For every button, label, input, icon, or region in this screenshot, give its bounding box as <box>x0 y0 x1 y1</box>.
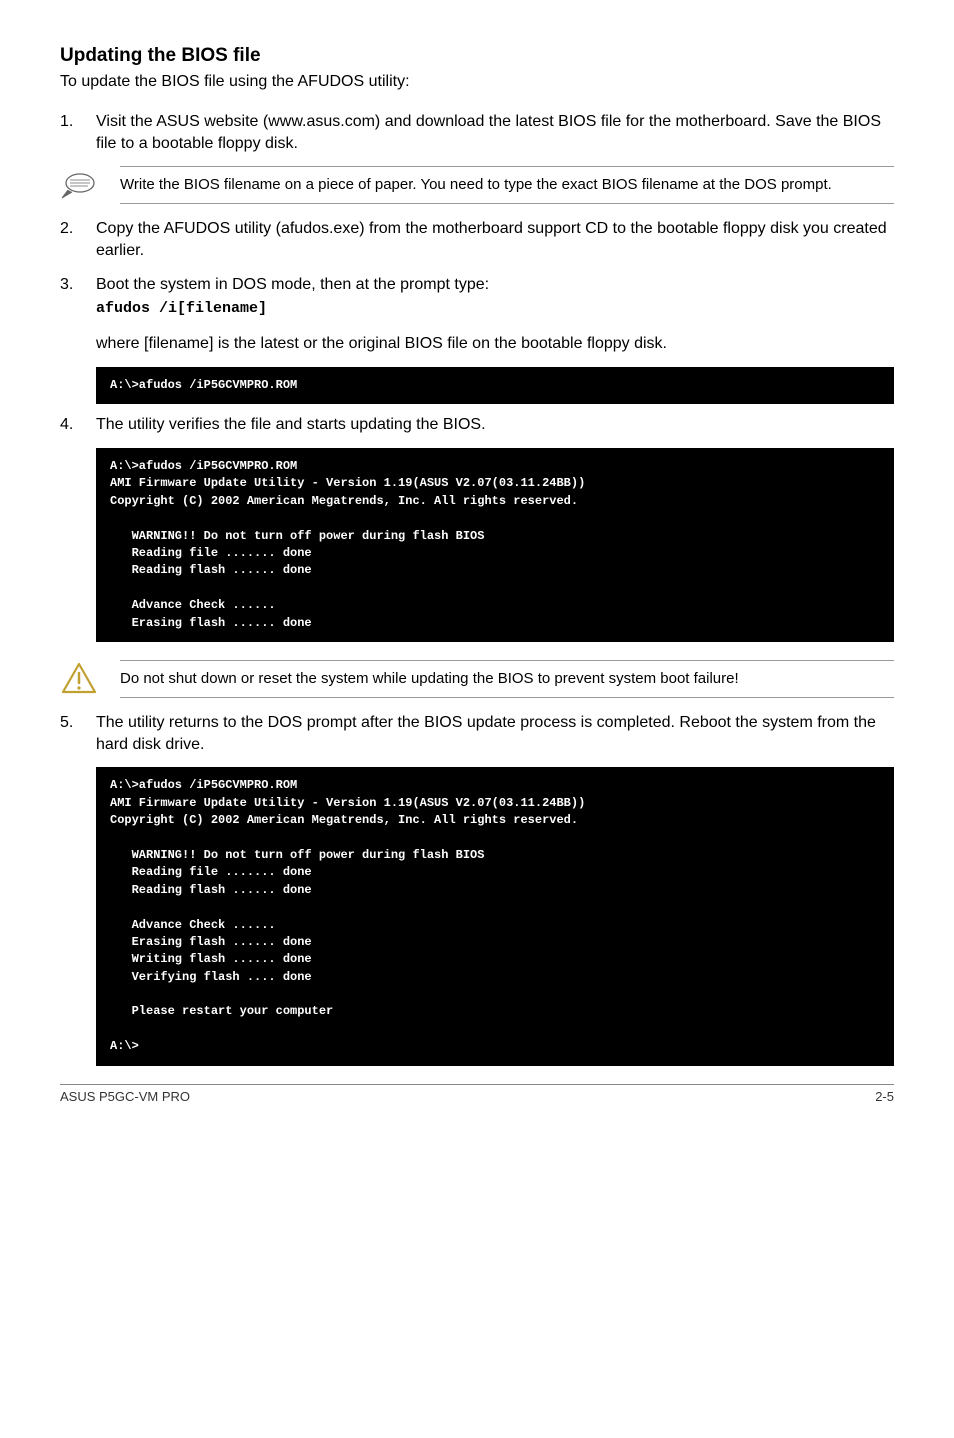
warning-callout: Do not shut down or reset the system whi… <box>60 660 894 698</box>
step-text: The utility verifies the file and starts… <box>96 414 894 436</box>
step-4: 4. The utility verifies the file and sta… <box>60 414 894 436</box>
step-5: 5. The utility returns to the DOS prompt… <box>60 712 894 755</box>
step-1: 1. Visit the ASUS website (www.asus.com)… <box>60 111 894 154</box>
step-3: 3. Boot the system in DOS mode, then at … <box>60 274 894 355</box>
step-text: Visit the ASUS website (www.asus.com) an… <box>96 111 894 154</box>
note-text: Write the BIOS filename on a piece of pa… <box>120 166 894 204</box>
step-number: 1. <box>60 111 96 154</box>
step-3-command: afudos /i[filename] <box>96 299 894 319</box>
note-icon <box>60 168 104 200</box>
step-number: 2. <box>60 218 96 261</box>
warning-icon <box>60 662 98 696</box>
footer-right: 2-5 <box>875 1089 894 1104</box>
warning-text: Do not shut down or reset the system whi… <box>120 660 894 698</box>
step-number: 5. <box>60 712 96 755</box>
section-heading: Updating the BIOS file <box>60 45 894 67</box>
note-callout: Write the BIOS filename on a piece of pa… <box>60 166 894 204</box>
step-text: Copy the AFUDOS utility (afudos.exe) fro… <box>96 218 894 261</box>
terminal-output-1: A:\>afudos /iP5GCVMPRO.ROM <box>96 367 894 404</box>
terminal-output-3: A:\>afudos /iP5GCVMPRO.ROM AMI Firmware … <box>96 767 894 1065</box>
step-number: 3. <box>60 274 96 355</box>
terminal-output-2: A:\>afudos /iP5GCVMPRO.ROM AMI Firmware … <box>96 448 894 642</box>
page-footer: ASUS P5GC-VM PRO 2-5 <box>60 1084 894 1104</box>
intro-text: To update the BIOS file using the AFUDOS… <box>60 73 894 91</box>
step-number: 4. <box>60 414 96 436</box>
step-text: Boot the system in DOS mode, then at the… <box>96 274 894 355</box>
step-3-note: where [filename] is the latest or the or… <box>96 333 894 355</box>
step-3-line: Boot the system in DOS mode, then at the… <box>96 276 489 293</box>
step-text: The utility returns to the DOS prompt af… <box>96 712 894 755</box>
step-2: 2. Copy the AFUDOS utility (afudos.exe) … <box>60 218 894 261</box>
footer-left: ASUS P5GC-VM PRO <box>60 1089 190 1104</box>
